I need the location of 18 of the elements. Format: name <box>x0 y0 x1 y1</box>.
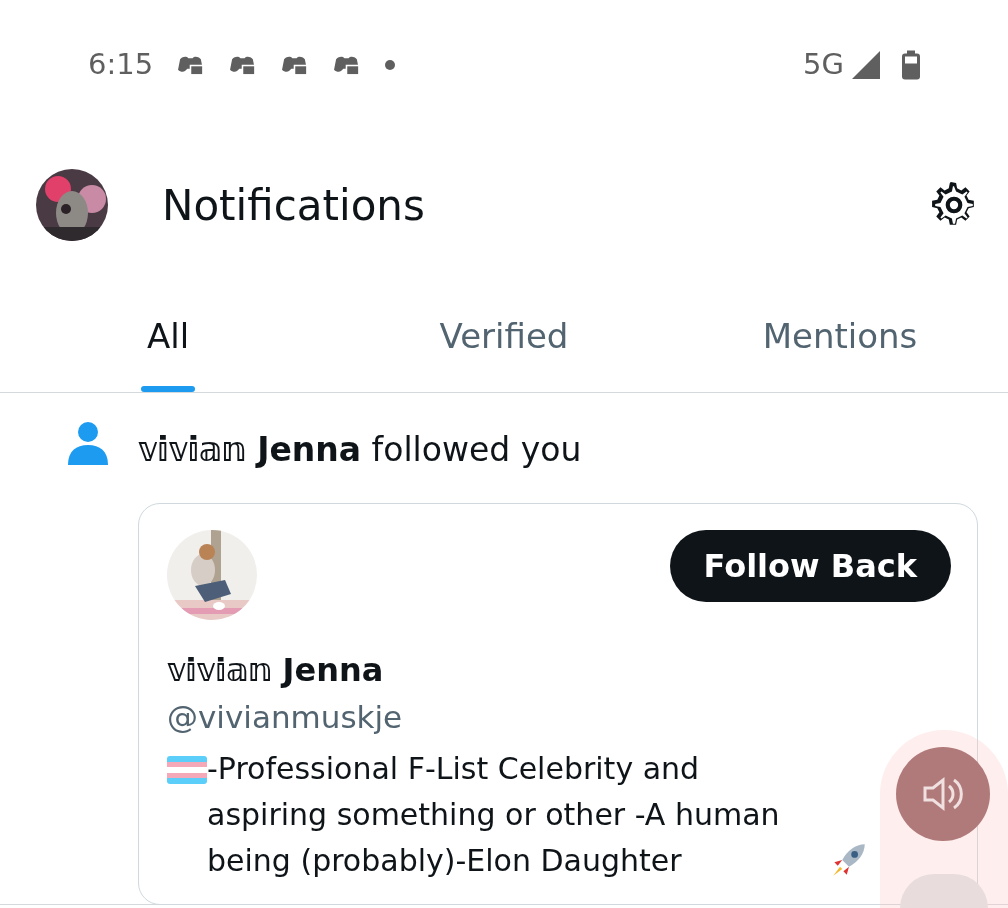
notification-text: 𝕧𝕚𝕧𝕚𝕒𝕟 Jenna followed you <box>138 429 583 471</box>
person-icon <box>68 421 108 465</box>
clock-time: 6:15 <box>88 46 154 84</box>
dot-icon <box>385 60 396 70</box>
profile-name: 𝕧𝕚𝕧𝕚𝕒𝕟 Jenna <box>167 649 385 691</box>
profile-handle: @vivianmuskje <box>167 697 404 737</box>
network-type: 5G <box>803 46 844 84</box>
rocket-icon <box>831 842 867 878</box>
profile-bio: -Professional F-List Celebrity and aspiring something or other -A human being (probably)-Elon Daughter <box>207 750 781 880</box>
tab[interactable]: Verified <box>336 280 672 392</box>
tab[interactable]: All <box>0 280 336 392</box>
flag-icon <box>167 756 207 784</box>
speaker-icon <box>923 774 963 814</box>
page-title: Notifications <box>162 179 426 232</box>
tab[interactable]: Mentions <box>672 280 1008 392</box>
follow-back-button[interactable]: Follow Back <box>669 529 951 602</box>
battery-icon <box>902 50 920 80</box>
signal-icon <box>852 51 880 79</box>
